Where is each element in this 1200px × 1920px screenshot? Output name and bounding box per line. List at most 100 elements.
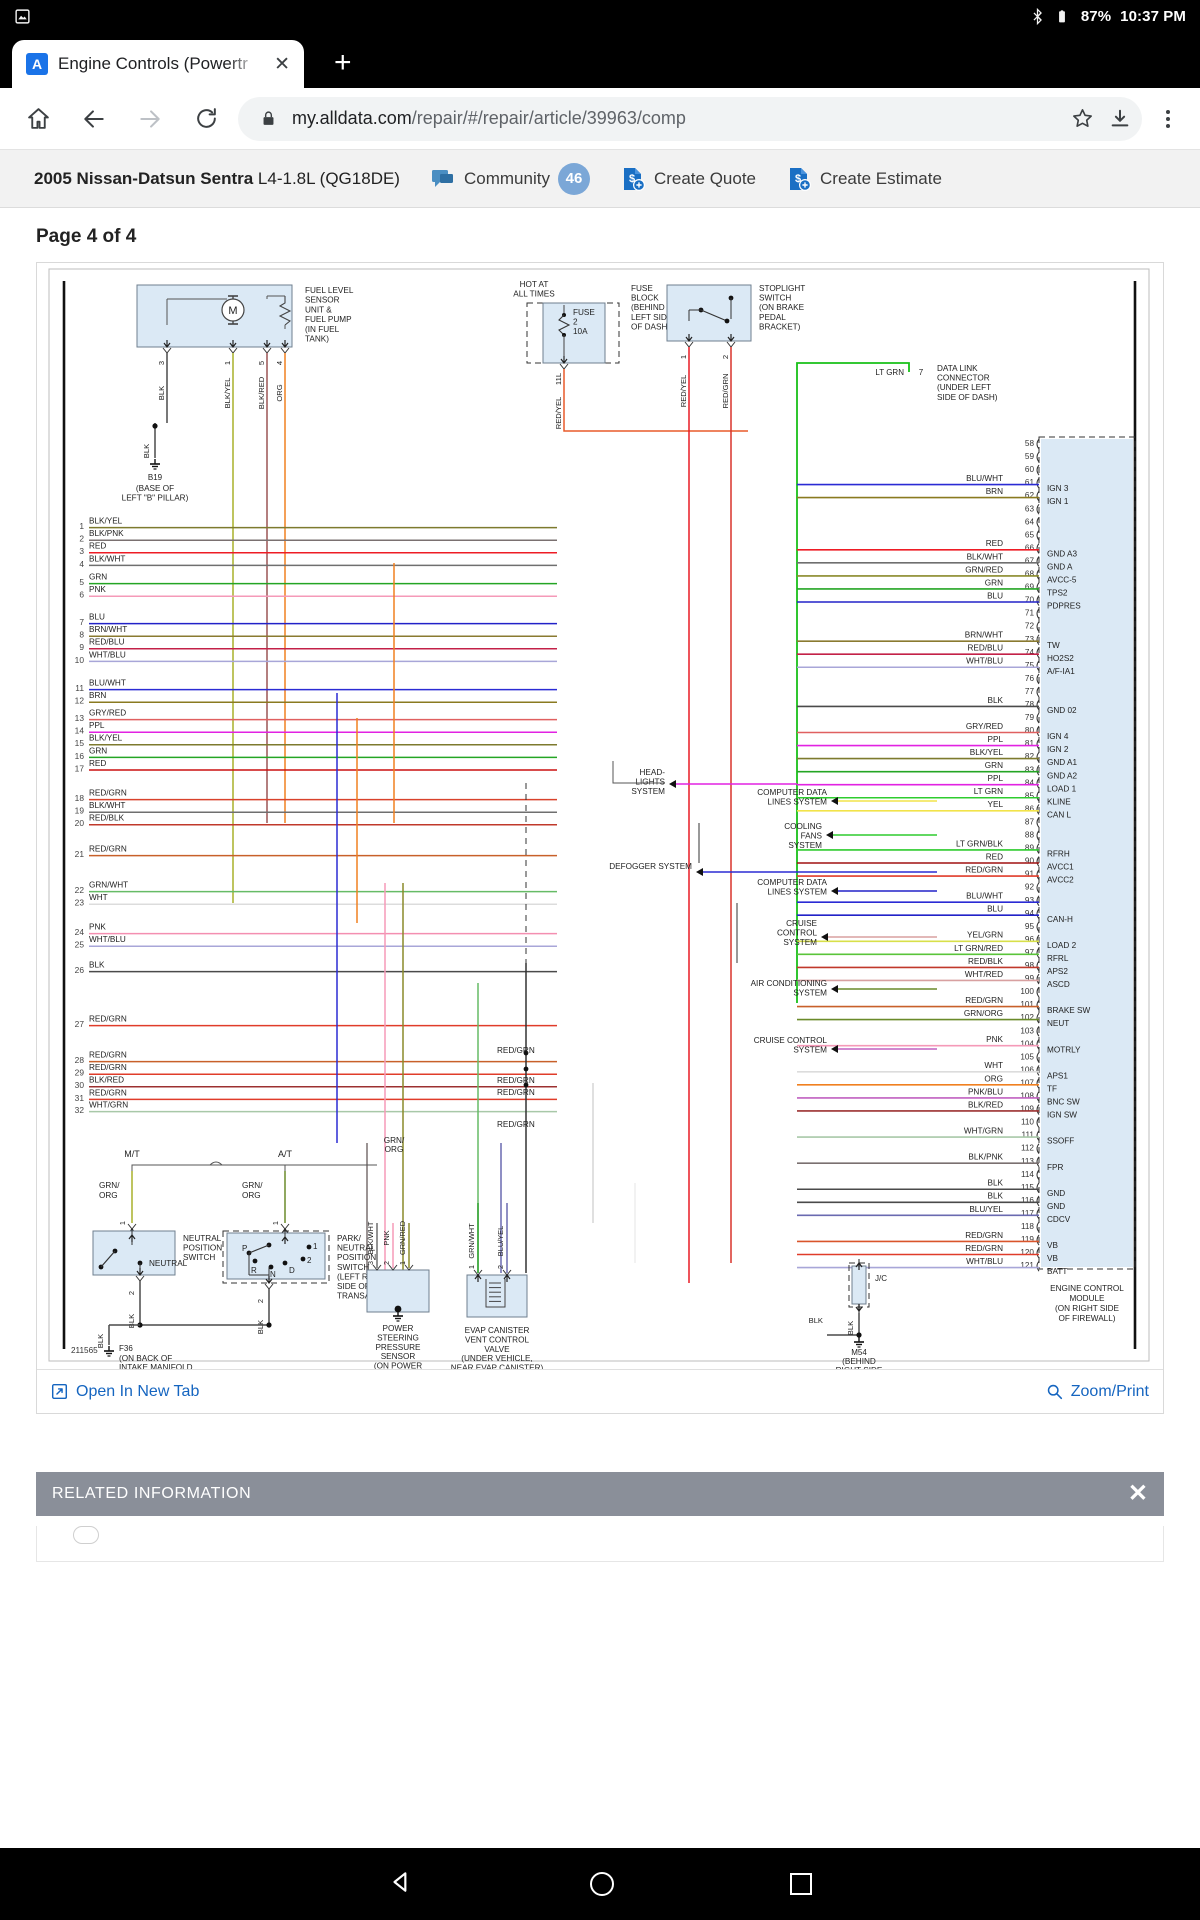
ecm-pin-function: KLINE xyxy=(1047,797,1071,806)
left-wire-color-label: PNK xyxy=(89,923,106,932)
cruise-control-system-label-2: SYSTEM xyxy=(793,1046,827,1055)
browser-toolbar: my.alldata.com/repair/#/repair/article/3… xyxy=(0,88,1200,150)
kebab-menu-icon[interactable] xyxy=(1146,109,1190,128)
left-wire-color-label: GRN xyxy=(89,573,107,582)
ecm-pin-function: VB xyxy=(1047,1254,1058,1263)
ecm-pin-number: 76 xyxy=(1025,674,1035,683)
close-icon[interactable]: ✕ xyxy=(270,53,294,76)
browser-tab[interactable]: A Engine Controls (Powertr ✕ xyxy=(12,40,304,88)
ecm-wire-color-label: RED/BLU xyxy=(968,644,1004,653)
ecm-pin-number: 106 xyxy=(1020,1065,1034,1074)
mid-wire-color-label: RED/GRN xyxy=(497,1046,535,1055)
download-icon[interactable] xyxy=(1106,108,1134,130)
left-wire-color-label: BLK/YEL xyxy=(89,517,123,526)
ecm-pin-number: 114 xyxy=(1021,1170,1034,1179)
ecm-pin-number: 79 xyxy=(1025,713,1035,722)
left-wire-color-label: BLK/WHT xyxy=(89,801,125,810)
fuel-level-sensor-label: (IN FUEL xyxy=(305,325,340,334)
ecm-pin-number: 92 xyxy=(1025,883,1035,892)
fuse-block-label: BLOCK xyxy=(631,294,659,303)
create-estimate-button[interactable]: $ Create Estimate xyxy=(786,166,942,192)
ecm-pin-function: AVCC2 xyxy=(1047,876,1074,885)
ecm-pin-function: ASCD xyxy=(1047,980,1070,989)
ecm-wire-color-label: BLU/WHT xyxy=(966,474,1003,483)
ecm-pin-function: TF xyxy=(1047,1084,1057,1093)
ecm-pin-number: 110 xyxy=(1021,1118,1034,1127)
hot-at-all-times-label: HOT AT xyxy=(520,280,549,289)
left-wire-color-label: PPL xyxy=(89,721,105,730)
fuel-level-sensor-label: FUEL LEVEL xyxy=(305,286,354,295)
ecm-pin-number: 74 xyxy=(1025,648,1035,657)
left-wire-number: 15 xyxy=(75,738,85,748)
left-wire-number: 5 xyxy=(79,577,84,587)
nav-recents-button[interactable] xyxy=(790,1873,812,1895)
left-wire-color-label: GRN xyxy=(89,746,107,755)
pin-number: 1 xyxy=(467,1265,476,1269)
ecm-pin-number: 60 xyxy=(1025,465,1035,474)
component-fuel-level-sensor xyxy=(136,284,293,348)
wiring-diagram-canvas[interactable]: M FUEL LEVEL SENSOR UNIT & FUEL PUMP (IN FUEL… xyxy=(37,263,1163,1369)
close-icon[interactable]: ✕ xyxy=(1128,1482,1148,1506)
new-tab-button[interactable]: + xyxy=(334,48,352,78)
ecm-pin-number: 83 xyxy=(1025,765,1035,774)
pin-number: 2 xyxy=(721,355,730,359)
neutral-position-switch-label: NEUTRAL xyxy=(183,1234,222,1243)
headlights-system-label: HEAD- xyxy=(640,768,666,777)
ecm-wire-color-label: WHT xyxy=(984,1061,1003,1070)
nav-back-button[interactable] xyxy=(388,1869,414,1900)
create-estimate-label: Create Estimate xyxy=(820,168,942,188)
open-in-new-tab-button[interactable]: Open In New Tab xyxy=(51,1383,199,1401)
back-arrow-icon[interactable] xyxy=(66,96,122,142)
ecm-pin-number: 95 xyxy=(1025,922,1035,931)
external-link-icon xyxy=(51,1383,68,1400)
wire-color-label: GRN/ xyxy=(384,1136,405,1145)
ecm-pin-number: 112 xyxy=(1021,1144,1034,1153)
pin-number: 1 xyxy=(118,1221,127,1225)
pin-number: 2 xyxy=(382,1261,391,1265)
reload-icon[interactable] xyxy=(178,96,234,142)
ecm-pin-number: 96 xyxy=(1025,935,1035,944)
ecm-pin-function: AVCC-5 xyxy=(1047,576,1077,585)
ecm-wire-color-label: GRN/ORG xyxy=(964,1009,1003,1018)
gear-position-label: R xyxy=(251,1266,257,1275)
ecm-wire-color-label: BLK/YEL xyxy=(970,748,1004,757)
hot-at-all-times-label: ALL TIMES xyxy=(513,290,555,299)
ecm-pin-number: 67 xyxy=(1025,556,1035,565)
ecm-wire-color-label: PPL xyxy=(988,774,1004,783)
ecm-wire-color-label: BLK/WHT xyxy=(967,552,1003,561)
wire-path xyxy=(228,347,238,354)
ecm-pin-function: IGN 1 xyxy=(1047,497,1069,506)
pin-number: 2 xyxy=(127,1291,136,1295)
create-quote-button[interactable]: $ Create Quote xyxy=(620,166,756,192)
home-icon[interactable] xyxy=(10,96,66,142)
left-wire-color-label: PNK xyxy=(89,585,106,594)
vehicle-selector[interactable]: 2005 Nissan-Datsun Sentra L4-1.8L (QG18D… xyxy=(34,169,400,189)
arrow-left-icon xyxy=(831,887,838,895)
left-wire-number: 24 xyxy=(75,927,85,937)
ecm-pin-number: 117 xyxy=(1021,1209,1034,1218)
left-wire-color-label: RED/BLK xyxy=(89,814,125,823)
ecm-wire-color-label: RED xyxy=(986,539,1003,548)
chat-bubble-icon xyxy=(430,166,456,192)
headlights-system-label: LIGHTS xyxy=(635,778,665,787)
address-bar[interactable]: my.alldata.com/repair/#/repair/article/3… xyxy=(238,96,1142,141)
nav-home-button[interactable] xyxy=(590,1872,614,1896)
ecm-pin-number: 86 xyxy=(1025,804,1035,813)
ecm-pin-number: 62 xyxy=(1025,491,1035,500)
ecm-pin-function: FPR xyxy=(1047,1163,1063,1172)
star-icon[interactable] xyxy=(1068,107,1096,130)
ecm-pin-function: GND A1 xyxy=(1047,758,1077,767)
junction-dot xyxy=(152,423,158,429)
fuel-level-sensor-label: FUEL PUMP xyxy=(305,315,352,324)
left-wire-number: 20 xyxy=(75,818,85,828)
ecm-pin-number: 116 xyxy=(1021,1196,1034,1205)
related-information-bar[interactable]: RELATED INFORMATION ✕ xyxy=(36,1472,1164,1516)
wire-path xyxy=(264,1283,274,1290)
wiring-diagram-frame: M FUEL LEVEL SENSOR UNIT & FUEL PUMP (IN FUEL… xyxy=(36,262,1164,1414)
left-wire-number: 3 xyxy=(79,546,84,556)
zoom-print-button[interactable]: Zoom/Print xyxy=(1046,1383,1149,1401)
left-wire-number: 6 xyxy=(79,590,84,600)
fuse-block-label: FUSE xyxy=(631,284,653,293)
ecm-wire-color-label: LT GRN/BLK xyxy=(956,839,1004,848)
community-button[interactable]: Community 46 xyxy=(430,162,590,195)
